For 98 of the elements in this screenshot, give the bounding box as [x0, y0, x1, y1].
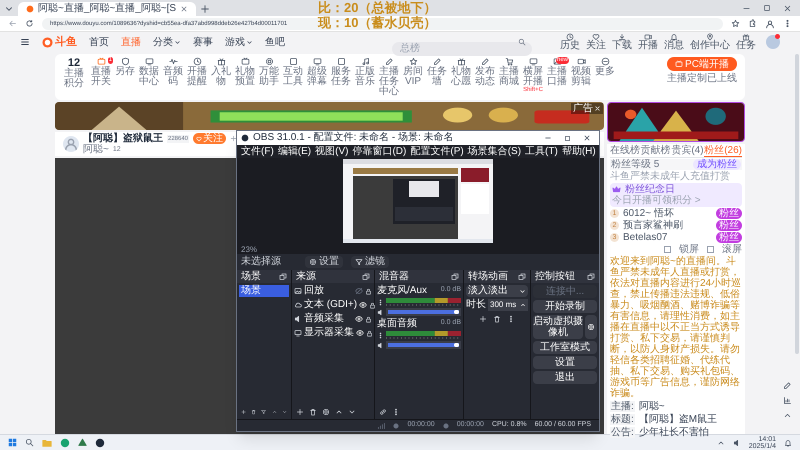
- toolbar-button[interactable]: 另存: [113, 57, 137, 77]
- overlay-text: 比：20（总被地下）: [318, 0, 436, 15]
- settings-button[interactable]: 设置: [305, 256, 343, 268]
- user-name: 预言家鲨神刷: [623, 220, 684, 231]
- toolbar-button[interactable]: 房间VIP: [401, 57, 425, 87]
- ad-label: 广告: [571, 103, 603, 114]
- option-label: 滚屏: [722, 244, 742, 255]
- source-name[interactable]: 音频采集: [304, 313, 353, 325]
- toolbar-button[interactable]: 数据中心: [137, 57, 161, 87]
- toolbar-button[interactable]: 正版音乐: [353, 57, 377, 87]
- info-value: 少年社长不害怕: [638, 427, 709, 438]
- fan-badge: 粉丝: [716, 208, 742, 219]
- toolbar-button[interactable]: 礼物预置: [233, 57, 257, 87]
- menu-item[interactable]: 场景集合(S): [468, 146, 522, 158]
- join-fan-button[interactable]: 成为粉丝: [693, 159, 741, 170]
- user-name: 6012~ 悟坏: [623, 208, 675, 219]
- score-label: 主播积分: [63, 69, 85, 89]
- zoom-level: 23%: [241, 244, 258, 254]
- search-field[interactable]: 总榜: [392, 42, 532, 56]
- filter-button[interactable]: 滤镜: [351, 256, 389, 268]
- field-label: 时长: [466, 299, 486, 311]
- dock-title: 混音器: [379, 270, 409, 282]
- fan-badge: 粉丝: [716, 232, 742, 243]
- info-value: 阿聪~: [638, 401, 665, 412]
- panel-tab[interactable]: 贡献榜: [640, 144, 671, 157]
- user-name: Betelas07: [623, 232, 668, 243]
- menu-item[interactable]: 工具(T): [525, 146, 558, 158]
- channel-name: 桌面音频: [377, 318, 417, 329]
- fan-level: 粉丝等级 5: [611, 159, 660, 170]
- toolbar-button[interactable]: 超级弹幕: [305, 57, 329, 87]
- header-action[interactable]: 创作中心: [690, 33, 730, 51]
- notice-paragraph: 欢迎来到阿聪~的直播间。斗鱼严禁未成年人直播或打赏，依法对直播内容进行24小时巡查，禁止传播违法违规、低俗暴力、吸烟酗酒、赌博诈骗等有害信息，请理性消费，如主播在直播中以不正当方式诱导打赏、私下交易，请谨慎判断，以防人身财产损失。请勿轻信各类招聘征婚、代练代抽、私下交易、购买礼包码、游戏币等广告信息，谨防网络诈骗。: [610, 256, 742, 399]
- transition-dropdown[interactable]: 淡入淡出: [466, 285, 528, 297]
- control-button[interactable]: 退出: [533, 371, 597, 384]
- toolbar-button[interactable]: 互动工具: [281, 57, 305, 87]
- anniversary-title: 粉丝纪念日: [625, 184, 675, 195]
- toolbar-button[interactable]: 主播任务中心: [377, 57, 401, 97]
- toolbar-button[interactable]: 更多: [593, 57, 617, 77]
- menu-item[interactable]: 配置文件(P): [410, 146, 464, 158]
- header-action[interactable]: 任务: [736, 33, 756, 51]
- toolbar-button[interactable]: 视频剪辑: [569, 57, 593, 87]
- browser-tab[interactable]: 阿聪~直播_阿聪~直播_阿聪~[S: [18, 2, 196, 16]
- option-label: 锁屏: [679, 244, 699, 255]
- duration-field[interactable]: 300 ms: [488, 299, 528, 311]
- nav-link[interactable]: 游戏: [225, 34, 253, 50]
- score-value: 12: [68, 57, 80, 69]
- panel-tab[interactable]: 贵宾(4): [671, 144, 704, 157]
- header-action[interactable]: 开播: [638, 33, 658, 51]
- control-button[interactable]: 工作室模式: [533, 341, 597, 354]
- info-value: 【阿聪】盗M鼠王: [638, 414, 718, 425]
- control-button[interactable]: 设置: [533, 356, 597, 369]
- source-name[interactable]: 文本 (GDI+): [304, 299, 358, 311]
- caption: 主播定制已上线: [667, 73, 737, 84]
- nav-link[interactable]: 分类: [153, 34, 181, 50]
- control-button[interactable]: 开始录制: [533, 300, 597, 313]
- fan-badge: 粉丝: [716, 220, 742, 231]
- streamer-name: 【阿聪】盗狱鼠王: [83, 133, 163, 144]
- notice-text: 斗鱼严禁未成年人充值打赏: [610, 171, 731, 182]
- host-name: 阿聪~: [83, 144, 109, 155]
- nav-link[interactable]: 首页: [89, 34, 109, 50]
- info-label: 标题:: [610, 414, 635, 425]
- toolbar-button[interactable]: 任务墙: [425, 57, 449, 87]
- menu-item[interactable]: 帮助(H): [562, 146, 596, 158]
- info-label: 公告:: [610, 427, 635, 438]
- toolbar-button[interactable]: 发布动态: [473, 57, 497, 87]
- header-action[interactable]: 关注: [586, 33, 606, 51]
- control-button[interactable]: 启动虚拟摄像机: [533, 315, 583, 339]
- dock-title: 来源: [296, 270, 316, 282]
- anniversary-hint: 今日开播可领积分 >: [612, 195, 701, 206]
- dock-title: 控制按钮: [535, 270, 575, 282]
- menu-item[interactable]: 视图(V): [315, 146, 348, 158]
- source-name[interactable]: 显示器采集: [304, 327, 354, 339]
- dock-title: 转场动画: [468, 270, 508, 282]
- overlay-text: 现：10（蓄水贝壳）: [318, 15, 436, 30]
- channel-name: 麦克风/Aux: [377, 285, 428, 296]
- toolbar-button[interactable]: 服务任务: [329, 57, 353, 87]
- nav-link[interactable]: 赛事: [193, 34, 213, 50]
- header-action[interactable]: 历史: [560, 33, 580, 51]
- scene-item[interactable]: 场景: [239, 285, 289, 297]
- menu-item[interactable]: 编辑(E): [278, 146, 312, 158]
- menu-item[interactable]: 停靠窗口(D): [352, 146, 406, 158]
- toolbar-button[interactable]: 入礼物: [209, 57, 233, 87]
- toolbar-button[interactable]: 音频码: [161, 57, 185, 87]
- menu-item[interactable]: 文件(F): [241, 146, 274, 158]
- toolbar-button[interactable]: 万能助手: [257, 57, 281, 87]
- toolbar-button[interactable]: 礼物心愿: [449, 57, 473, 87]
- no-source-label: 未选择源: [241, 256, 281, 268]
- info-label: 主播:: [610, 401, 635, 412]
- dock-title: 场景: [241, 270, 261, 282]
- toolbar-button[interactable]: 开播提醒: [185, 57, 209, 87]
- anniversary-card[interactable]: 粉丝纪念日 今日开播可领积分 >: [610, 183, 742, 207]
- header-action[interactable]: 下载: [612, 33, 632, 51]
- window-title: OBS 31.0.1 - 配置文件: 未命名 - 场景: 未命名: [253, 132, 454, 144]
- panel-tab[interactable]: 在线榜: [610, 144, 640, 157]
- source-name[interactable]: 回放: [304, 285, 353, 297]
- toolbar-button[interactable]: 主播商城: [497, 57, 521, 87]
- nav-link[interactable]: 鱼吧: [265, 34, 285, 50]
- header-action[interactable]: 消息: [664, 33, 684, 51]
